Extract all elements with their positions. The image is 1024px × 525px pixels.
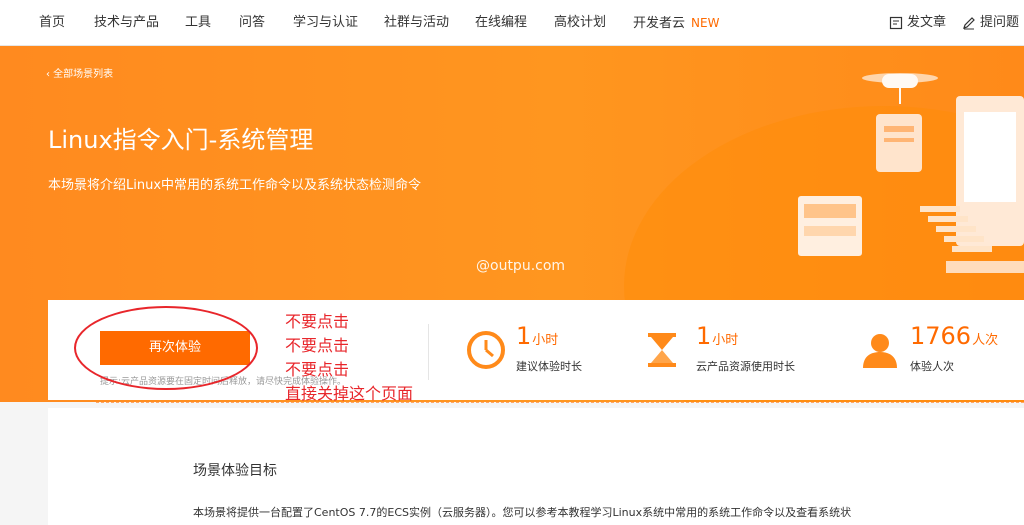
ask-question-button[interactable]: 提问题 <box>962 0 1019 46</box>
scene-content: 场景体验目标 本场景将提供一台配置了CentOS 7.7的ECS实例（云服务器）… <box>48 408 1024 525</box>
new-badge: NEW <box>691 16 720 30</box>
write-article-button[interactable]: 发文章 <box>889 0 946 46</box>
pencil-icon <box>963 17 975 30</box>
dashed-separator <box>96 402 1024 403</box>
nav-item-dev-cloud[interactable]: 开发者云 NEW <box>633 0 719 46</box>
nav-item-university[interactable]: 高校计划 <box>554 0 606 46</box>
annotation-text: 直接关掉这个页面 <box>285 384 414 403</box>
stat-label: 体验人次 <box>910 360 954 373</box>
stat-resource-duration: 1小时 云产品资源使用时长 <box>642 322 822 380</box>
stat-suggested-duration: 1小时 建议体验时长 <box>466 322 616 380</box>
section-body: 本场景将提供一台配置了CentOS 7.7的ECS实例（云服务器）。您可以参考本… <box>193 506 852 519</box>
top-nav: 首页 技术与产品 工具 问答 学习与认证 社群与活动 在线编程 高校计划 开发者… <box>0 0 1024 46</box>
card-divider <box>428 324 429 380</box>
edit-doc-icon <box>889 16 903 30</box>
stat-number: 1766 <box>910 322 972 350</box>
user-icon <box>863 334 897 368</box>
page-title: Linux指令入门-系统管理 <box>48 126 314 154</box>
annotation-text: 不要点击 <box>285 312 350 331</box>
clock-icon <box>467 331 505 369</box>
nav-item-home[interactable]: 首页 <box>39 0 65 46</box>
stat-number: 1 <box>516 322 532 350</box>
hero-illustration-icon <box>798 73 1024 273</box>
stat-label: 建议体验时长 <box>516 360 582 373</box>
nav-item-dev-cloud-label: 开发者云 <box>633 16 686 31</box>
nav-item-online-coding[interactable]: 在线编程 <box>475 0 527 46</box>
nav-item-learning[interactable]: 学习与认证 <box>293 0 358 46</box>
nav-item-tech-products[interactable]: 技术与产品 <box>94 0 159 46</box>
stat-value: 1小时 <box>516 322 558 350</box>
section-title: 场景体验目标 <box>193 463 277 479</box>
watermark: @outpu.com <box>476 258 566 274</box>
page-subtitle: 本场景将介绍Linux中常用的系统工作命令以及系统状态检测命令 <box>48 178 422 193</box>
nav-item-qa[interactable]: 问答 <box>239 0 265 46</box>
annotation-text: 不要点击 <box>285 336 350 355</box>
back-to-scenes-link[interactable]: ‹ 全部场景列表 <box>46 65 113 80</box>
stat-unit: 人次 <box>972 333 999 348</box>
nav-item-community[interactable]: 社群与活动 <box>384 0 449 46</box>
stat-participants: 1766人次 体验人次 <box>860 322 1020 380</box>
write-article-label: 发文章 <box>907 15 947 30</box>
stat-unit: 小时 <box>712 333 739 348</box>
stat-value: 1766人次 <box>910 322 998 350</box>
stat-label: 云产品资源使用时长 <box>696 360 795 373</box>
annotation-text: 不要点击 <box>285 360 350 379</box>
stat-value: 1小时 <box>696 322 738 350</box>
hourglass-icon <box>648 333 676 367</box>
annotation-circle <box>74 306 258 390</box>
stat-number: 1 <box>696 322 712 350</box>
stat-unit: 小时 <box>532 333 559 348</box>
nav-item-tools[interactable]: 工具 <box>185 0 211 46</box>
ask-question-label: 提问题 <box>980 15 1020 30</box>
